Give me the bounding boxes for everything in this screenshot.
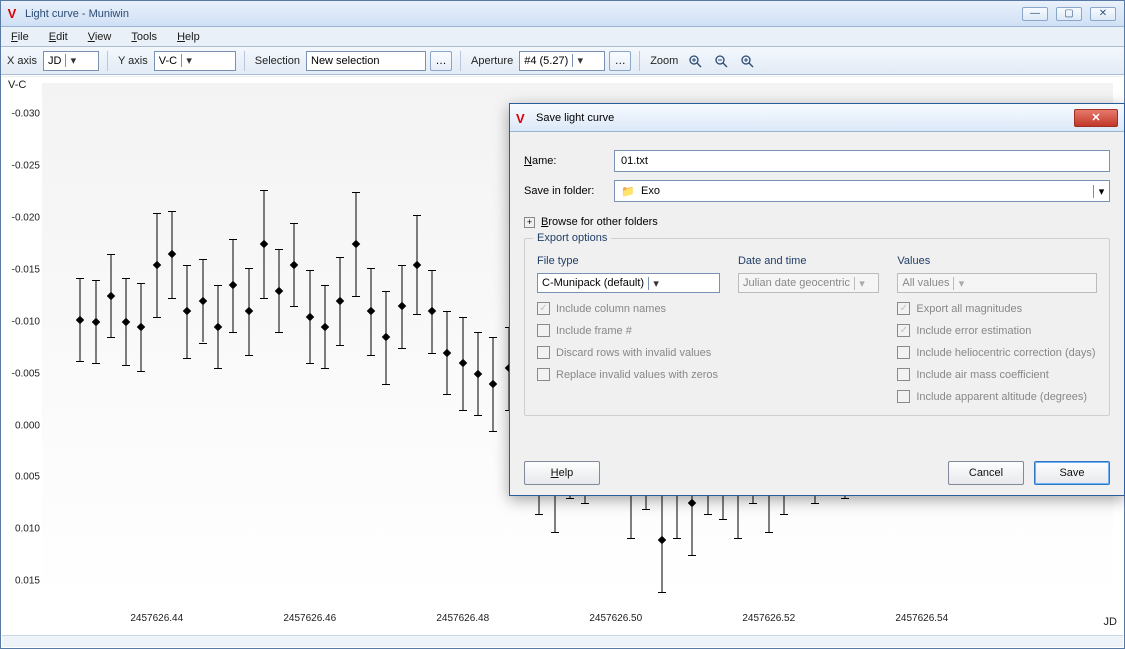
datetime-select: Julian date geocentric▾ (738, 273, 879, 293)
browse-expander[interactable]: + Browse for other folders (524, 216, 1110, 228)
chevron-down-icon: ▾ (953, 277, 968, 290)
chk-airmass: Include air mass coefficient (897, 368, 1097, 381)
menu-edit[interactable]: Edit (39, 27, 78, 46)
plus-icon: + (524, 217, 535, 228)
menubar: File Edit View Tools Help (1, 27, 1124, 47)
x-axis-unit: JD (1104, 616, 1117, 628)
window-title: Light curve - Muniwin (25, 8, 129, 20)
name-label: Name: (524, 155, 602, 167)
chevron-down-icon: ▾ (572, 54, 587, 67)
minimize-button[interactable]: — (1022, 7, 1048, 21)
chk-include-column-names: ✓Include column names (537, 302, 720, 315)
chevron-down-icon: ▾ (65, 54, 80, 67)
values-header: Values (897, 255, 1097, 267)
dialog-title: Save light curve (536, 112, 614, 124)
menu-view[interactable]: View (78, 27, 122, 46)
save-dialog: V Save light curve ✕ Name: 01.txt Save i… (509, 103, 1125, 496)
name-input[interactable]: 01.txt (614, 150, 1110, 172)
zoom-in-icon[interactable] (736, 51, 758, 71)
zoom-label: Zoom (648, 55, 680, 67)
folder-select[interactable]: 📁 Exo ▾ (614, 180, 1110, 202)
toolbar: X axis JD▾ Y axis V-C▾ Selection New sel… (1, 47, 1124, 75)
cancel-button[interactable]: Cancel (948, 461, 1024, 485)
filetype-header: File type (537, 255, 720, 267)
app-logo-icon: V (5, 7, 19, 21)
zoom-fit-icon[interactable] (684, 51, 706, 71)
statusbar (2, 635, 1123, 647)
selection-more-button[interactable]: … (430, 51, 452, 71)
chk-error-estimation: ✓Include error estimation (897, 324, 1097, 337)
yaxis-select[interactable]: V-C▾ (154, 51, 236, 71)
close-button[interactable]: ✕ (1090, 7, 1116, 21)
help-button[interactable]: Help (524, 461, 600, 485)
chk-export-all-magnitudes: ✓Export all magnitudes (897, 302, 1097, 315)
datetime-header: Date and time (738, 255, 879, 267)
group-legend: Export options (533, 232, 611, 244)
menu-help[interactable]: Help (167, 27, 210, 46)
chk-include-frame: Include frame # (537, 324, 720, 337)
chk-apparent-altitude: Include apparent altitude (degrees) (897, 390, 1097, 403)
selection-input[interactable]: New selection (306, 51, 426, 71)
menu-file[interactable]: File (1, 27, 39, 46)
values-select: All values▾ (897, 273, 1097, 293)
y-axis-title: V-C (8, 79, 26, 91)
xaxis-select[interactable]: JD▾ (43, 51, 99, 71)
maximize-button[interactable]: ▢ (1056, 7, 1082, 21)
chevron-down-icon: ▾ (181, 54, 196, 67)
chk-discard-invalid: Discard rows with invalid values (537, 346, 720, 359)
chevron-down-icon: ▾ (648, 277, 663, 290)
zoom-out-icon[interactable] (710, 51, 732, 71)
dialog-close-button[interactable]: ✕ (1074, 109, 1118, 127)
folder-icon: 📁 (619, 185, 637, 198)
chevron-down-icon: ▾ (854, 277, 869, 290)
xaxis-label: X axis (5, 55, 39, 67)
chk-heliocentric: Include heliocentric correction (days) (897, 346, 1097, 359)
export-options-group: Export options File type C-Munipack (def… (524, 238, 1110, 416)
chevron-down-icon: ▾ (1093, 185, 1109, 198)
dialog-titlebar: V Save light curve ✕ (510, 104, 1124, 132)
save-button[interactable]: Save (1034, 461, 1110, 485)
menu-tools[interactable]: Tools (121, 27, 167, 46)
aperture-select[interactable]: #4 (5.27)▾ (519, 51, 605, 71)
folder-label: Save in folder: (524, 185, 602, 197)
titlebar: V Light curve - Muniwin — ▢ ✕ (1, 1, 1124, 27)
aperture-more-button[interactable]: … (609, 51, 631, 71)
chk-replace-invalid: Replace invalid values with zeros (537, 368, 720, 381)
aperture-label: Aperture (469, 55, 515, 67)
app-logo-icon: V (516, 111, 530, 125)
selection-label: Selection (253, 55, 302, 67)
filetype-select[interactable]: C-Munipack (default)▾ (537, 273, 720, 293)
yaxis-label: Y axis (116, 55, 150, 67)
